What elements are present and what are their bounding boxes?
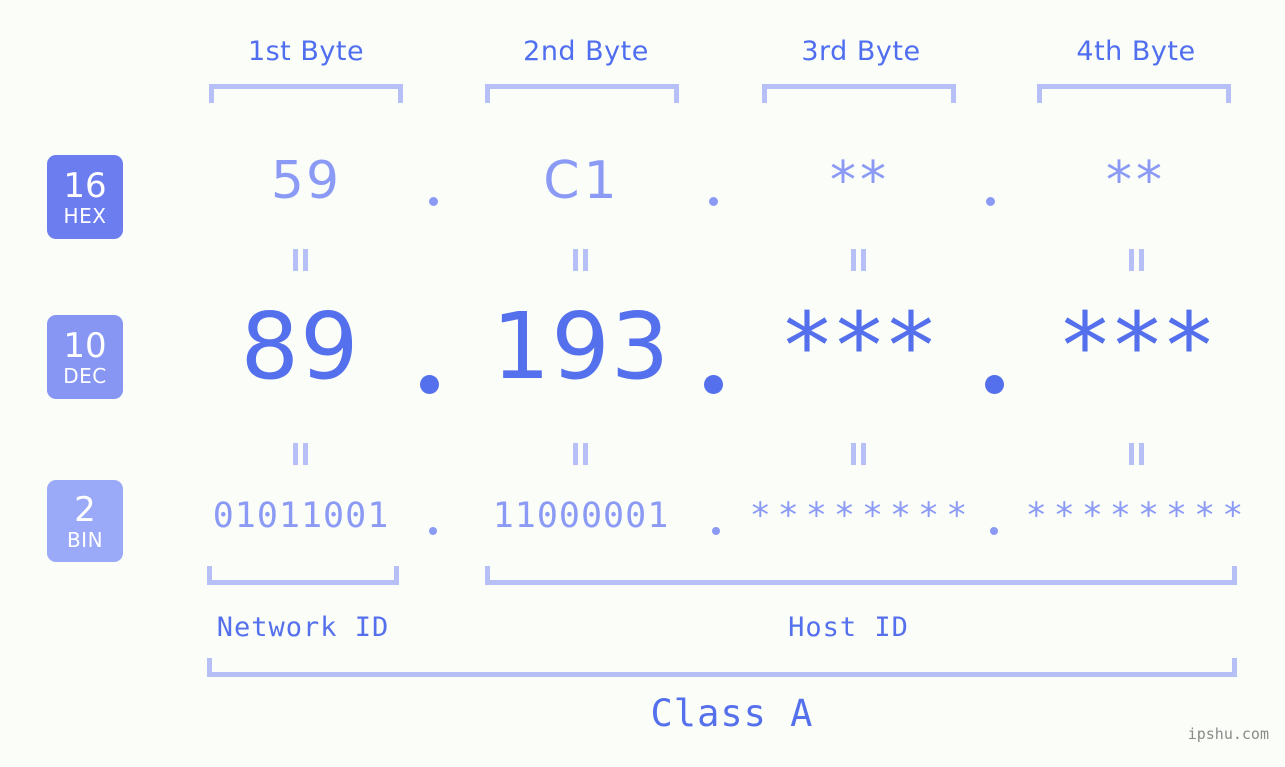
bin-separator-dot-2 xyxy=(712,527,720,535)
base-badge-dec-name: DEC xyxy=(63,363,107,388)
dec-separator-dot-3 xyxy=(985,375,1004,394)
class-bracket xyxy=(207,658,1237,677)
base-badge-hex-name: HEX xyxy=(63,203,107,228)
byte-header-1: 1st Byte xyxy=(247,36,365,67)
equals-separator-dec-bin-2 xyxy=(572,443,589,465)
base-badge-hex: 16 HEX xyxy=(47,155,123,239)
hex-byte-3: ** xyxy=(830,151,890,211)
hex-separator-dot-2 xyxy=(709,197,718,206)
byte-bracket-top-3 xyxy=(762,84,956,103)
equals-separator-dec-bin-3 xyxy=(850,443,867,465)
hex-separator-dot-3 xyxy=(986,197,995,206)
equals-separator-dec-bin-1 xyxy=(292,443,309,465)
bin-byte-3: ******** xyxy=(749,496,975,536)
dec-separator-dot-2 xyxy=(704,375,723,394)
bin-separator-dot-3 xyxy=(990,527,998,535)
dec-byte-4: *** xyxy=(1062,293,1218,400)
dec-byte-1: 89 xyxy=(240,293,360,400)
base-badge-dec: 10 DEC xyxy=(47,315,123,399)
dec-byte-2: 193 xyxy=(491,293,671,400)
byte-bracket-top-2 xyxy=(485,84,679,103)
byte-bracket-top-4 xyxy=(1037,84,1231,103)
bin-byte-2: 11000001 xyxy=(492,496,670,536)
equals-separator-hex-dec-1 xyxy=(292,249,309,271)
network-id-label: Network ID xyxy=(216,612,390,643)
network-id-bracket xyxy=(207,566,399,585)
hex-byte-2: C1 xyxy=(543,151,621,211)
bin-byte-4: ******** xyxy=(1025,496,1251,536)
equals-separator-hex-dec-4 xyxy=(1128,249,1145,271)
byte-bracket-top-1 xyxy=(209,84,403,103)
host-id-bracket xyxy=(485,566,1237,585)
host-id-label: Host ID xyxy=(788,612,909,643)
byte-header-4: 4th Byte xyxy=(1076,36,1196,67)
hex-byte-1: 59 xyxy=(270,151,342,211)
watermark: ipshu.com xyxy=(1187,725,1269,743)
bin-separator-dot-1 xyxy=(429,527,437,535)
hex-byte-4: ** xyxy=(1106,151,1166,211)
bin-byte-1: 01011001 xyxy=(212,496,390,536)
equals-separator-hex-dec-2 xyxy=(572,249,589,271)
dec-byte-3: *** xyxy=(784,293,940,400)
ip-breakdown-diagram: 1st Byte 2nd Byte 3rd Byte 4th Byte 16 H… xyxy=(0,0,1285,767)
base-badge-bin: 2 BIN xyxy=(47,480,123,562)
equals-separator-dec-bin-4 xyxy=(1128,443,1145,465)
base-badge-bin-number: 2 xyxy=(74,489,96,530)
base-badge-bin-name: BIN xyxy=(66,527,104,552)
byte-header-3: 3rd Byte xyxy=(801,36,921,67)
dec-separator-dot-1 xyxy=(420,375,439,394)
hex-separator-dot-1 xyxy=(429,197,438,206)
base-badge-hex-number: 16 xyxy=(63,165,107,206)
byte-header-2: 2nd Byte xyxy=(523,36,649,67)
base-badge-dec-number: 10 xyxy=(63,325,107,366)
equals-separator-hex-dec-3 xyxy=(850,249,867,271)
class-label: Class A xyxy=(650,692,814,735)
